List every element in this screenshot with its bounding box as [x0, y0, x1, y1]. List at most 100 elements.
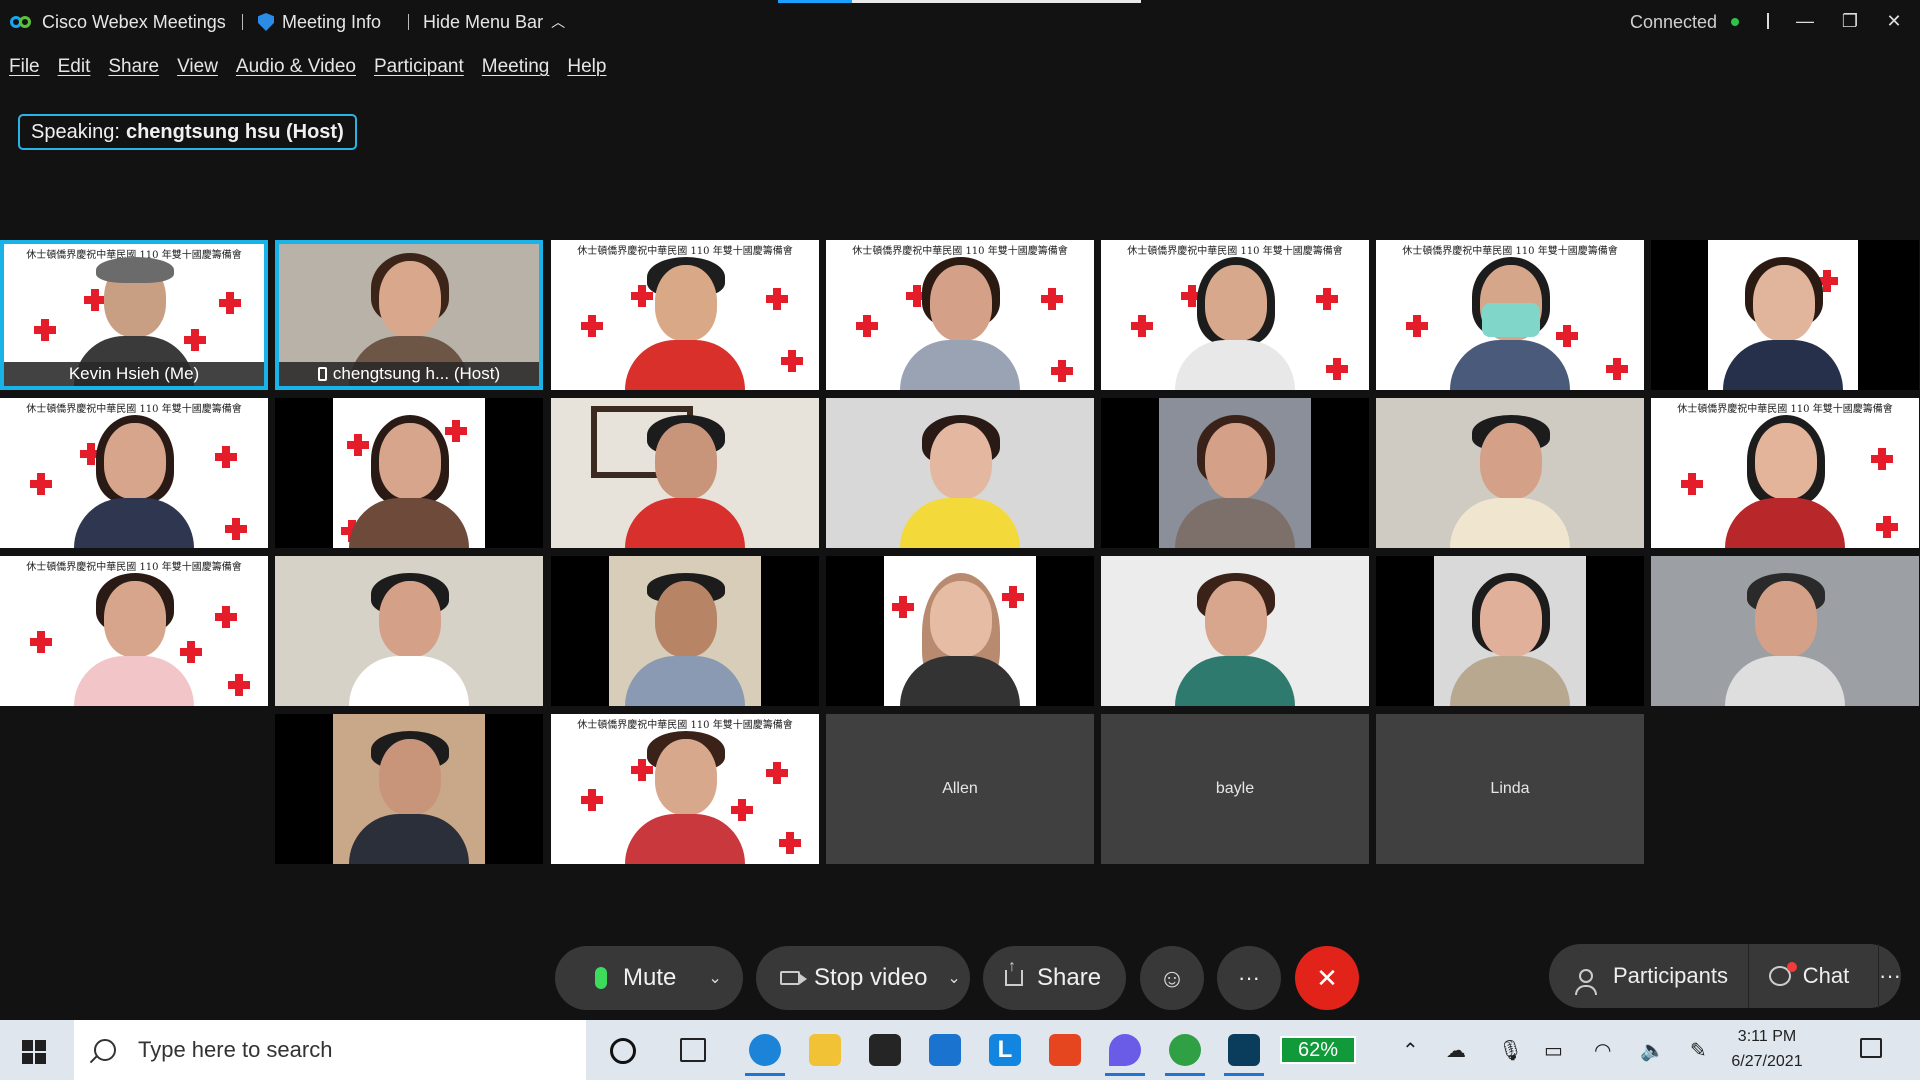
- video-tile[interactable]: [1376, 398, 1644, 548]
- webex-taskbar-icon[interactable]: [1224, 1034, 1264, 1076]
- menu-view[interactable]: View: [168, 52, 227, 84]
- app-name: Cisco Webex Meetings: [42, 11, 226, 32]
- battery-widget[interactable]: 62%: [1280, 1036, 1356, 1064]
- notification-icon[interactable]: [1860, 1038, 1882, 1058]
- video-tile-allen[interactable]: Allen: [826, 714, 1094, 864]
- video-tile[interactable]: [1376, 556, 1644, 706]
- video-tile-bayle[interactable]: bayle: [1101, 714, 1369, 864]
- video-tile[interactable]: [826, 556, 1094, 706]
- share-icon: [1005, 958, 1023, 986]
- active-speaker-indicator: Speaking: chengtsung hsu (Host): [18, 114, 357, 150]
- office-icon[interactable]: [1049, 1034, 1081, 1066]
- video-tile[interactable]: [275, 556, 543, 706]
- video-tile[interactable]: 休士頓僑界慶祝中華民國 110 年雙十國慶籌備會: [0, 398, 268, 548]
- video-tile[interactable]: 休士頓僑界慶祝中華民國 110 年雙十國慶籌備會: [0, 556, 268, 706]
- chat-notification-dot: [1786, 962, 1797, 972]
- video-tile[interactable]: 休士頓僑界慶祝中華民國 110 年雙十國慶籌備會: [1651, 398, 1919, 548]
- mail-icon[interactable]: [929, 1034, 961, 1066]
- video-tile[interactable]: 休士頓僑界慶祝中華民國 110 年雙十國慶籌備會: [551, 240, 819, 390]
- video-tile[interactable]: [275, 398, 543, 548]
- edge-icon[interactable]: [745, 1034, 785, 1076]
- hide-menu-bar-button[interactable]: Hide Menu Bar ︿: [408, 10, 565, 34]
- chat-button[interactable]: Chat: [1749, 944, 1880, 1008]
- minimize-button[interactable]: —: [1785, 6, 1825, 36]
- microphone-tray-icon[interactable]: 🎙: [1498, 1038, 1523, 1063]
- mute-control: Mute ⌄: [555, 946, 743, 1010]
- pen-icon[interactable]: ✎: [1690, 1038, 1707, 1063]
- video-tile-linda[interactable]: Linda: [1376, 714, 1644, 864]
- close-button[interactable]: ✕: [1874, 6, 1914, 36]
- video-tile[interactable]: 休士頓僑界慶祝中華民國 110 年雙十國慶籌備會: [551, 714, 819, 864]
- cortana-icon[interactable]: [610, 1038, 636, 1064]
- volume-icon[interactable]: 🔈: [1640, 1038, 1665, 1063]
- participants-button[interactable]: Participants: [1549, 944, 1749, 1008]
- tile-nameplate: Kevin Hsieh (Me): [4, 362, 264, 386]
- participants-label: Participants: [1613, 963, 1728, 988]
- menu-file[interactable]: File: [0, 52, 49, 84]
- participant-video: [625, 255, 745, 390]
- participant-video: [349, 413, 469, 548]
- video-tile[interactable]: [551, 398, 819, 548]
- participant-video: [625, 571, 745, 706]
- video-tile[interactable]: [1101, 398, 1369, 548]
- video-tile[interactable]: [826, 398, 1094, 548]
- meeting-info-button[interactable]: Meeting Info: [258, 10, 381, 34]
- menu-audio-video[interactable]: Audio & Video: [227, 52, 365, 84]
- menu-participant[interactable]: Participant: [365, 52, 473, 84]
- restore-button[interactable]: ❐: [1830, 6, 1870, 36]
- phone-icon: [317, 367, 327, 381]
- store-icon[interactable]: [869, 1034, 901, 1066]
- video-tile[interactable]: 休士頓僑界慶祝中華民國 110 年雙十國慶籌備會: [1376, 240, 1644, 390]
- chevron-up-icon[interactable]: ⌃: [1402, 1038, 1419, 1063]
- stop-video-button[interactable]: Stop video: [756, 946, 927, 1010]
- video-tile[interactable]: [551, 556, 819, 706]
- taskbar-clock[interactable]: 3:11 PM 6/27/2021: [1712, 1024, 1822, 1074]
- mute-button[interactable]: Mute: [555, 946, 676, 1010]
- reactions-button[interactable]: ☺: [1140, 946, 1204, 1010]
- video-tile[interactable]: [1651, 556, 1919, 706]
- taskbar-search-box[interactable]: Type here to search: [74, 1020, 586, 1080]
- video-tile-self[interactable]: 休士頓僑界慶祝中華民國 110 年雙十國慶籌備會 Kevin Hsieh (Me…: [0, 240, 268, 390]
- chat-label: Chat: [1802, 963, 1850, 988]
- mute-options-chevron-icon[interactable]: ⌄: [708, 968, 721, 988]
- loading-progress: [778, 0, 1141, 3]
- menu-meeting[interactable]: Meeting: [473, 52, 559, 84]
- windows-start-icon[interactable]: [22, 1040, 46, 1064]
- tile-name-allen: Allen: [942, 780, 978, 797]
- hide-menu-bar-label: Hide Menu Bar: [423, 11, 544, 32]
- video-tile[interactable]: [1101, 556, 1369, 706]
- onedrive-icon[interactable]: ☁: [1446, 1038, 1466, 1063]
- smiley-icon: ☺: [1158, 962, 1186, 993]
- leave-meeting-button[interactable]: ✕: [1295, 946, 1359, 1010]
- wifi-icon[interactable]: ◠: [1594, 1038, 1611, 1063]
- video-tile[interactable]: 休士頓僑界慶祝中華民國 110 年雙十國慶籌備會: [1101, 240, 1369, 390]
- tile-name-host: chengtsung h... (Host): [332, 364, 501, 383]
- mute-label: Mute: [623, 964, 677, 991]
- pin-icon[interactable]: [1748, 6, 1788, 36]
- panel-more-button[interactable]: ···: [1879, 944, 1901, 1008]
- panel-buttons: Participants Chat ···: [1549, 944, 1901, 1008]
- share-button[interactable]: Share: [983, 946, 1126, 1010]
- tile-name-linda: Linda: [1490, 780, 1530, 797]
- speaking-name: chengtsung hsu (Host): [125, 120, 344, 143]
- video-tile[interactable]: [275, 714, 543, 864]
- video-tile[interactable]: 休士頓僑界慶祝中華民國 110 年雙十國慶籌備會: [826, 240, 1094, 390]
- tile-nameplate: chengtsung h... (Host): [279, 362, 539, 386]
- video-options-chevron-icon[interactable]: ⌄: [947, 968, 960, 988]
- title-bar: Cisco Webex Meetings Meeting Info Hide M…: [0, 0, 1920, 44]
- paint-icon[interactable]: [1105, 1034, 1145, 1076]
- menu-help[interactable]: Help: [558, 52, 615, 84]
- chrome-icon[interactable]: [1165, 1034, 1205, 1076]
- battery-tray-icon[interactable]: ▭: [1544, 1038, 1563, 1063]
- video-tile[interactable]: [1651, 240, 1919, 390]
- l-app-icon[interactable]: L: [989, 1034, 1021, 1066]
- task-view-icon[interactable]: [680, 1038, 706, 1062]
- menu-share[interactable]: Share: [99, 52, 168, 84]
- participant-video: [1725, 571, 1845, 706]
- participant-video: [1450, 255, 1570, 390]
- menu-edit[interactable]: Edit: [49, 52, 100, 84]
- more-options-button[interactable]: ···: [1217, 946, 1281, 1010]
- participant-video: [900, 255, 1020, 390]
- file-explorer-icon[interactable]: [809, 1034, 841, 1066]
- video-tile-host[interactable]: chengtsung h... (Host): [275, 240, 543, 390]
